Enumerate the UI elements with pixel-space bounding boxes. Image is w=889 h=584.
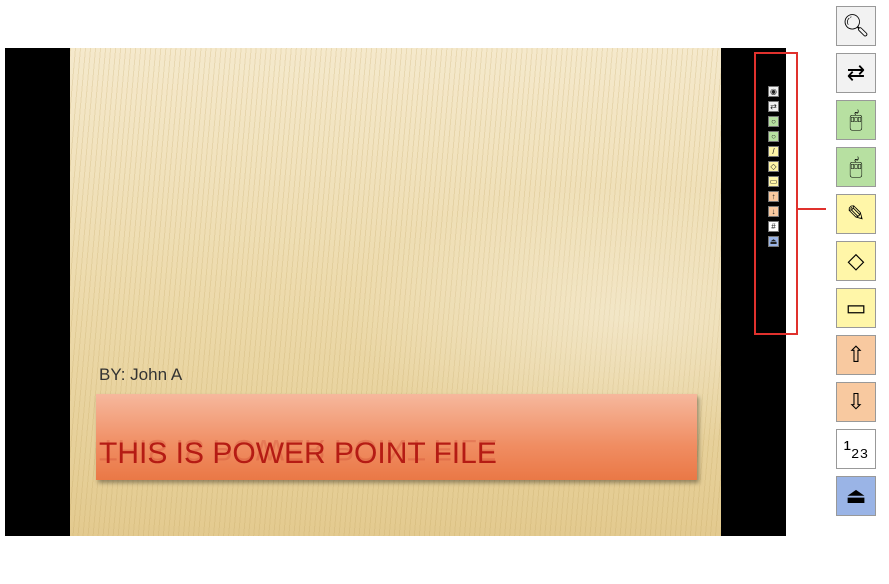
slide: BY: John A THIS IS POWER POINT FILE THIS…	[70, 48, 721, 536]
page-number-icon[interactable]: ¹₂₃	[836, 429, 876, 469]
callout-connector	[798, 208, 826, 210]
zoom-icon[interactable]: 🔍︎	[836, 6, 876, 46]
slide-title-box: THIS IS POWER POINT FILE THIS IS POWER P…	[96, 394, 697, 480]
exit-icon[interactable]: ⏏	[836, 476, 876, 516]
mouse-right-icon[interactable]: 🖱︎	[836, 147, 876, 187]
previous-page-icon[interactable]: ⇧	[836, 335, 876, 375]
eraser-icon[interactable]: ◇	[836, 241, 876, 281]
slide-byline: BY: John A	[99, 365, 183, 384]
main-toolbar: 🔍︎ ⇄ 🖱︎ 🖱︎ ✎ ◇ ▭ ⇧ ⇩ ¹₂₃ ⏏	[836, 6, 882, 523]
toolbar-highlight-box	[754, 52, 798, 335]
clear-ink-icon[interactable]: ▭	[836, 288, 876, 328]
pen-icon[interactable]: ✎	[836, 194, 876, 234]
mouse-left-icon[interactable]: 🖱︎	[836, 100, 876, 140]
slide-title-reflection: THIS IS POWER POINT FILE	[99, 433, 497, 466]
presentation-screen: BY: John A THIS IS POWER POINT FILE THIS…	[5, 48, 786, 536]
next-page-icon[interactable]: ⇩	[836, 382, 876, 422]
navigate-arrows-icon[interactable]: ⇄	[836, 53, 876, 93]
